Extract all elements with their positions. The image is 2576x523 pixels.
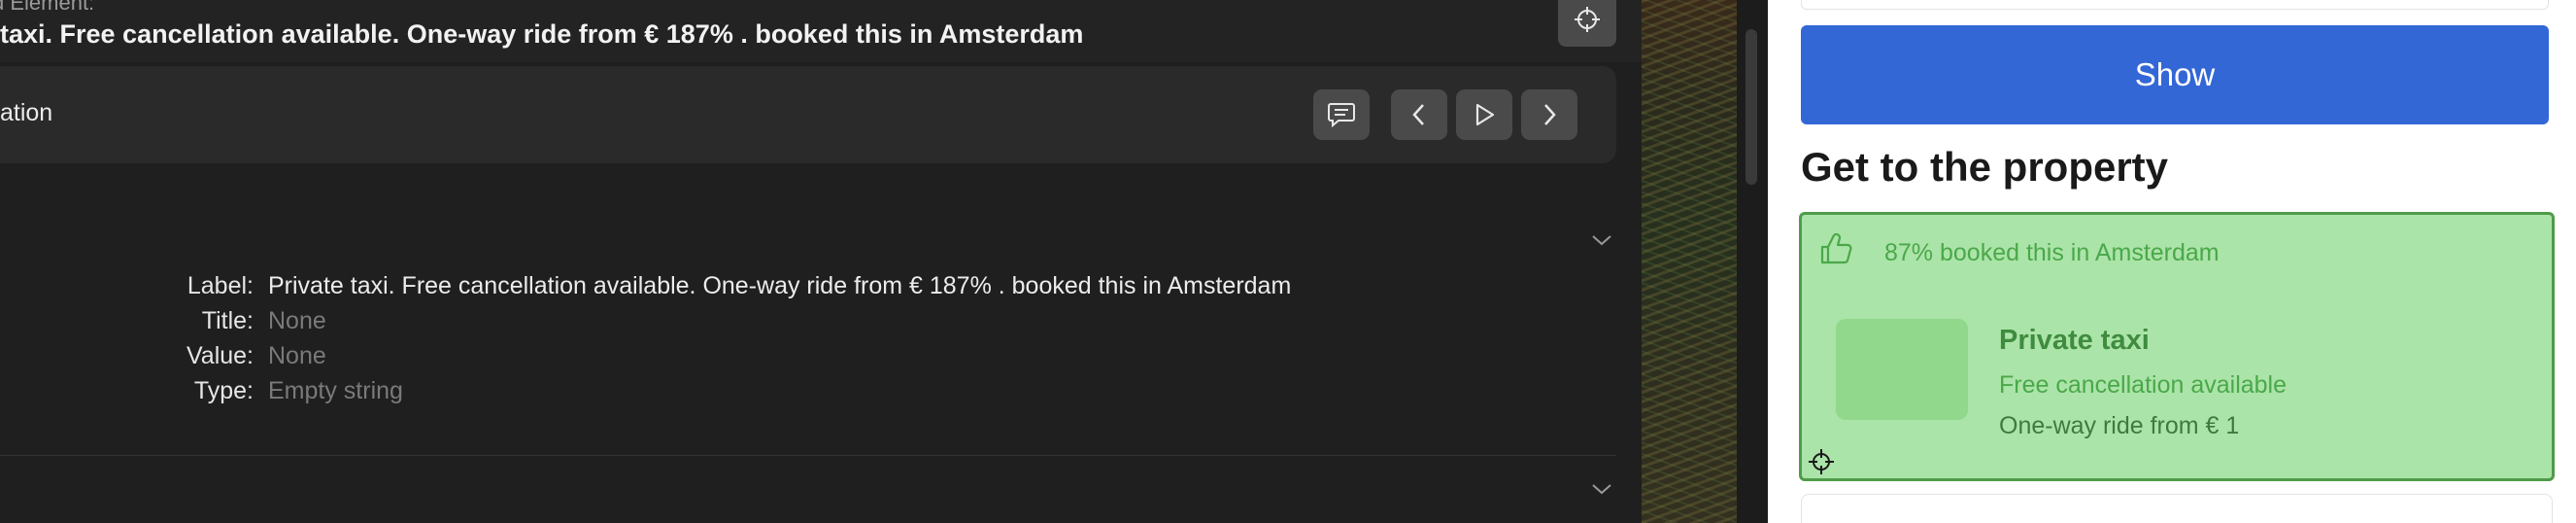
chevron-down-icon xyxy=(1592,235,1611,246)
previous-element-button[interactable] xyxy=(1391,89,1447,140)
property-value: None xyxy=(268,342,326,369)
accessibility-inspector-panel: d Element: taxi. Free cancellation avail… xyxy=(0,0,1642,523)
chevron-right-icon xyxy=(1544,104,1556,125)
next-section-disclosure[interactable] xyxy=(1589,476,1614,502)
crosshair-icon xyxy=(1809,449,1834,474)
property-value: Private taxi. Free cancellation availabl… xyxy=(268,272,1292,299)
play-button[interactable] xyxy=(1456,89,1512,140)
next-element-button[interactable] xyxy=(1521,89,1577,140)
crosshair-icon xyxy=(1575,7,1600,32)
scrollbar-thumb[interactable] xyxy=(1746,29,1757,185)
property-row-type: Type: Empty string xyxy=(0,377,1554,410)
inspector-header: d Element: taxi. Free cancellation avail… xyxy=(0,0,1642,62)
property-key: Value: xyxy=(186,342,254,369)
property-row-title: Title: None xyxy=(0,307,1554,340)
booking-app-window: Show Get to the property 87% booked this… xyxy=(1768,0,2576,523)
property-key: Type: xyxy=(193,377,254,404)
basic-section-disclosure[interactable] xyxy=(1589,227,1614,253)
inspected-element-title: taxi. Free cancellation available. One-w… xyxy=(0,19,1084,49)
screen: d Element: taxi. Free cancellation avail… xyxy=(0,0,2576,523)
section-divider xyxy=(0,455,1616,456)
target-picker-button[interactable] xyxy=(1558,0,1616,47)
comment-icon xyxy=(1328,103,1355,128)
property-key: Title: xyxy=(201,307,254,334)
chevron-down-icon xyxy=(1592,484,1611,495)
price-text: One-way ride from € 1 xyxy=(1999,412,2240,439)
property-key: Label: xyxy=(186,272,254,299)
next-transport-card[interactable] xyxy=(1801,494,2553,523)
desktop-wallpaper xyxy=(1642,0,1737,523)
cancellation-text: Free cancellation available xyxy=(1999,371,2288,399)
taxi-title: Private taxi xyxy=(1999,325,2150,356)
actions-bar: ation xyxy=(0,66,1616,163)
property-row-value: Value: None xyxy=(0,342,1554,375)
chevron-left-icon xyxy=(1412,104,1424,125)
section-title: Get to the property xyxy=(1801,144,2169,190)
property-value: Empty string xyxy=(268,377,403,404)
search-field[interactable] xyxy=(1801,0,2549,10)
property-row-label: Label: Private taxi. Free cancellation a… xyxy=(0,272,1554,305)
actions-label: ation xyxy=(0,99,53,126)
inspected-element-caption: d Element: xyxy=(0,0,95,15)
property-value: None xyxy=(268,307,326,334)
thumbs-up-icon xyxy=(1820,232,1852,264)
play-icon xyxy=(1475,103,1495,126)
popularity-text: 87% booked this in Amsterdam xyxy=(1884,239,2220,266)
show-button[interactable]: Show xyxy=(1801,25,2549,124)
speak-description-button[interactable] xyxy=(1313,89,1370,140)
